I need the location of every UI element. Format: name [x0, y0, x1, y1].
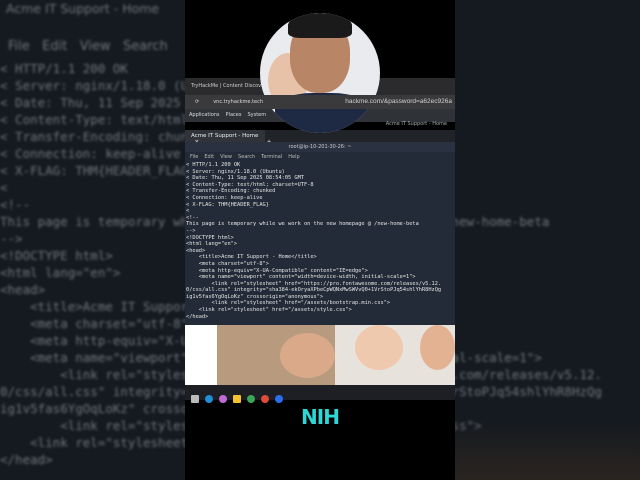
terminal-line: <link rel="stylesheet" href="https://pro… — [186, 280, 442, 287]
video-caption: NIH — [301, 405, 340, 429]
terminal-line: <meta charset="utf-8"> — [186, 260, 269, 267]
terminal-line: <!DOCTYPE html> — [186, 234, 234, 241]
terminal-output: < HTTP/1.1 200 OK < Server: nginx/1.18.0 … — [185, 162, 455, 320]
terminal-line: <meta name="viewport" content="width=dev… — [186, 274, 416, 281]
menu-search[interactable]: Search — [238, 154, 255, 160]
menu-view[interactable]: View — [220, 154, 232, 160]
menu-edit[interactable]: Edit — [204, 154, 214, 160]
bg-terminal-text: < HTTP/1.1 200 OK < Server: nginx/1.18.0… — [0, 61, 185, 467]
terminal-title: root@ip-10-201-30-26: ~ — [185, 142, 455, 152]
file-explorer-icon[interactable] — [233, 395, 241, 403]
terminal-line: < HTTP/1.1 200 OK — [186, 162, 241, 168]
terminal-line: < Date: Thu, 11 Sep 2025 08:54:05 GMT — [186, 175, 304, 182]
terminal-line: < Content-Type: text/html; charset=UTF-8 — [186, 181, 314, 188]
terminal-line: <head> — [186, 247, 206, 254]
terminal-line: </head> — [186, 313, 209, 320]
bg-window-title: Acme IT Support - Home — [6, 1, 160, 16]
menu-help[interactable]: Help — [288, 154, 299, 160]
app-icon[interactable] — [275, 395, 283, 403]
edge-icon[interactable] — [205, 395, 213, 403]
terminal-line: < Transfer-Encoding: chunked — [186, 188, 276, 195]
terminal-line: <html lang="en"> — [186, 241, 238, 248]
menu-applications[interactable]: Applications — [189, 112, 220, 118]
terminal-line: < X-FLAG: THM{HEADER_FLAG} — [186, 201, 269, 208]
menu-places[interactable]: Places — [226, 112, 242, 118]
webcam-overlay — [260, 13, 380, 133]
terminal-line: This page is temporary while we work on … — [186, 221, 419, 228]
terminal-line: 0/css/all.css" integrity="sha384-ekOryaX… — [186, 287, 442, 294]
chrome-active-icon[interactable] — [261, 395, 269, 403]
bg-terminal-text: < HTTP/1.1 200 OK < Server: nginx/1.18.0… — [455, 214, 603, 433]
screen-recording: TryHackMe | Content Discovery × ⟳vnc.try… — [185, 0, 455, 480]
terminal-line: --> — [186, 227, 196, 234]
address-bar[interactable]: ⟳ vnc.tryhackme.tech hackme.com/&password=… — [185, 95, 455, 109]
terminal-line: <title>Acme IT Support - Home</title> — [186, 254, 317, 261]
terminal-line: < Server: nginx/1.18.0 (Ubuntu) — [186, 168, 285, 175]
terminal-menu: File Edit View Search Terminal Help — [185, 152, 455, 162]
menu-terminal[interactable]: Terminal — [261, 154, 282, 160]
terminal-line: <link rel="stylesheet" href="/assets/boo… — [186, 300, 391, 307]
url-rest: hackme.com/&password=a62ec926a — [344, 98, 453, 105]
website-hero-photo — [185, 325, 455, 385]
terminal-window[interactable]: root@ip-10-201-30-26: ~ File Edit View Sear… — [185, 142, 455, 325]
terminal-line: <link rel="stylesheet" href="/assets/sty… — [186, 307, 352, 314]
bg-menu: File Edit View Search — [8, 39, 168, 54]
terminal-line: < — [186, 208, 190, 215]
terminal-line: ig1v5fas6YgOqLoKz" crossorigin="anonymou… — [186, 293, 324, 300]
menu-system[interactable]: System — [247, 112, 266, 118]
reload-icon[interactable]: ⟳ — [195, 99, 199, 105]
menu-file[interactable]: File — [190, 154, 198, 160]
chrome-icon[interactable] — [247, 395, 255, 403]
blurred-background-left: Acme IT Support - Home File Edit View Sea… — [0, 0, 185, 480]
copilot-icon[interactable] — [219, 395, 227, 403]
window-title: Acme IT Support - Home — [385, 121, 447, 127]
terminal-line: < Connection: keep-alive — [186, 194, 263, 201]
task-view-icon[interactable] — [191, 395, 199, 403]
blurred-background-right: < HTTP/1.1 200 OK < Server: nginx/1.18.0… — [455, 0, 640, 480]
taskbar — [185, 385, 455, 403]
terminal-line: <meta http-equiv="X-UA-Compatible" conte… — [186, 267, 368, 274]
terminal-line: <!-- — [186, 214, 199, 221]
